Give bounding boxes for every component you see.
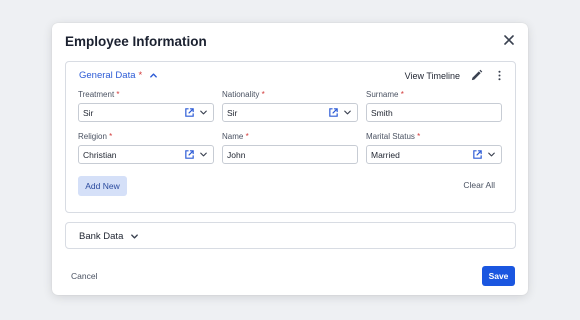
clear-all-button[interactable]: Clear All: [463, 180, 495, 190]
pencil-icon[interactable]: [470, 69, 483, 82]
field-value: Smith: [371, 107, 393, 118]
field-label: Nationality: [222, 90, 260, 99]
general-data-title: General Data: [79, 70, 136, 81]
field-label: Surname: [366, 90, 399, 99]
name-input[interactable]: John: [222, 145, 358, 164]
treatment-select[interactable]: Sir: [78, 103, 214, 122]
required-mark: *: [116, 90, 120, 99]
chevron-down-icon[interactable]: [130, 232, 139, 241]
employee-information-modal: Employee Information General Data * View…: [52, 23, 528, 295]
field-label: Marital Status: [366, 132, 415, 141]
chevron-down-icon[interactable]: [198, 149, 209, 160]
field-marital-status: Marital Status * Married: [366, 132, 502, 164]
field-label: Name: [222, 132, 244, 141]
field-nationality: Nationality * Sir: [222, 90, 358, 122]
field-name: Name * John: [222, 132, 358, 164]
external-link-icon[interactable]: [472, 149, 483, 160]
field-label: Religion: [78, 132, 107, 141]
required-mark: *: [261, 90, 265, 99]
kebab-icon[interactable]: [493, 69, 506, 82]
chevron-up-icon[interactable]: [149, 71, 158, 80]
required-mark: *: [138, 70, 143, 81]
modal-title: Employee Information: [65, 34, 207, 49]
field-religion: Religion * Christian: [78, 132, 214, 164]
section-actions: View Timeline: [405, 69, 506, 82]
field-value: Christian: [83, 149, 117, 160]
general-data-section: General Data * View Timeline Treatment *…: [65, 61, 516, 213]
external-link-icon[interactable]: [184, 149, 195, 160]
field-treatment: Treatment * Sir: [78, 90, 214, 122]
field-surname: Surname * Smith: [366, 90, 502, 122]
nationality-select[interactable]: Sir: [222, 103, 358, 122]
close-icon[interactable]: [502, 33, 516, 47]
field-label: Treatment: [78, 90, 115, 99]
save-button[interactable]: Save: [482, 266, 515, 286]
external-link-icon[interactable]: [328, 107, 339, 118]
surname-input[interactable]: Smith: [366, 103, 502, 122]
required-mark: *: [245, 132, 249, 141]
required-mark: *: [417, 132, 421, 141]
general-data-header[interactable]: General Data *: [79, 70, 158, 81]
chevron-down-icon[interactable]: [342, 107, 353, 118]
chevron-down-icon[interactable]: [486, 149, 497, 160]
marital-status-select[interactable]: Married: [366, 145, 502, 164]
add-new-button[interactable]: Add New: [78, 176, 127, 196]
external-link-icon[interactable]: [184, 107, 195, 118]
bank-data-section: Bank Data: [65, 222, 516, 249]
field-value: Married: [371, 149, 400, 160]
view-timeline-link[interactable]: View Timeline: [405, 71, 460, 81]
field-value: Sir: [83, 107, 94, 118]
required-mark: *: [109, 132, 113, 141]
field-value: John: [227, 149, 246, 160]
bank-data-title: Bank Data: [79, 231, 124, 242]
required-mark: *: [400, 90, 404, 99]
chevron-down-icon[interactable]: [198, 107, 209, 118]
bank-data-header[interactable]: Bank Data: [79, 231, 139, 242]
cancel-button[interactable]: Cancel: [71, 271, 97, 281]
field-value: Sir: [227, 107, 238, 118]
religion-select[interactable]: Christian: [78, 145, 214, 164]
